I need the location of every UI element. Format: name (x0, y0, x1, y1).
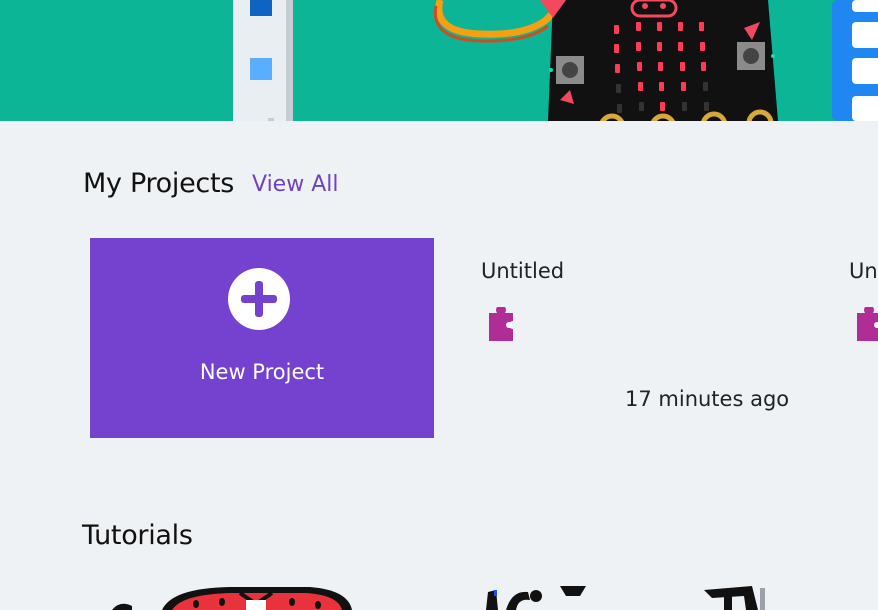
tutorial-card[interactable] (486, 586, 586, 610)
project-title: Untitled (481, 259, 565, 283)
hero-keypad (832, 0, 878, 121)
tutorials-title: Tutorials (82, 520, 193, 551)
home-page: My Projects View All New Project Untitle… (0, 0, 878, 610)
project-card[interactable]: Untitled (849, 259, 878, 429)
tutorial-card[interactable] (704, 586, 765, 610)
my-projects-title: My Projects (83, 168, 235, 199)
project-title: Untitled (849, 259, 878, 283)
puzzle-piece-icon (487, 305, 517, 345)
microbit-board (540, 0, 778, 121)
tutorial-card[interactable] (112, 587, 352, 610)
project-last-edited: 17 minutes ago (625, 387, 790, 411)
project-card[interactable]: Untitled 17 minutes ago (481, 259, 821, 429)
plus-circle-icon (228, 268, 290, 330)
hero-banner (0, 0, 878, 121)
hero-square-dark (250, 0, 272, 16)
new-project-button[interactable]: New Project (90, 238, 434, 438)
tutorials-carousel (0, 586, 878, 610)
new-project-label: New Project (199, 360, 325, 384)
hero-square-light (250, 58, 272, 80)
puzzle-piece-icon (855, 305, 878, 345)
view-all-link[interactable]: View All (252, 172, 338, 197)
hero-illustration (233, 0, 878, 121)
